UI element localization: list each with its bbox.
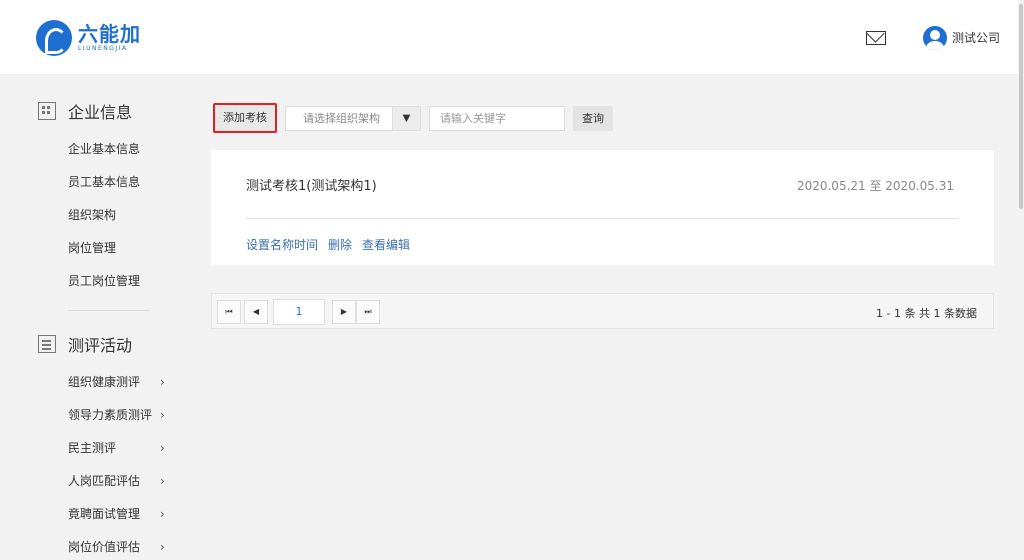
org-structure-select[interactable]: 请选择组织架构 ▼ <box>285 106 421 131</box>
assessment-card: 测试考核1(测试架构1) 2020.05.21 至 2020.05.31 设置名… <box>211 150 994 265</box>
logo-text: 六能加 <box>78 22 141 46</box>
first-page-icon[interactable]: ⏮ <box>217 300 241 324</box>
sidebar-item-leadership[interactable]: 领导力素质测评 › <box>68 405 178 425</box>
assessment-date-range: 2020.05.21 至 2020.05.31 <box>796 179 954 193</box>
sidebar-item-person-job-match[interactable]: 人岗匹配评估 › <box>68 471 178 491</box>
sidebar-item-employee-info[interactable]: 员工基本信息 <box>68 172 178 192</box>
section-enterprise-info[interactable]: 企业信息 <box>38 99 132 123</box>
chevron-right-icon: › <box>160 441 165 455</box>
view-edit-link[interactable]: 查看编辑 <box>362 236 410 253</box>
next-page-icon[interactable]: ▶ <box>332 300 356 324</box>
add-assessment-button[interactable]: 添加考核 <box>213 103 277 133</box>
sidebar-item-interview[interactable]: 竟聘面试管理 › <box>68 504 178 524</box>
sidebar-item-org-structure[interactable]: 组织架构 <box>68 205 178 225</box>
page-number-input[interactable]: 1 <box>273 299 325 325</box>
sidebar-item-position-mgmt[interactable]: 岗位管理 <box>68 238 178 258</box>
chevron-right-icon: › <box>160 408 165 422</box>
delete-link[interactable]: 删除 <box>328 236 352 253</box>
logo-subtitle: LIUNENGJIA <box>78 45 128 52</box>
mail-icon[interactable] <box>866 31 886 45</box>
sidebar-item-company-info[interactable]: 企业基本信息 <box>68 139 178 159</box>
last-page-icon[interactable]: ⏭ <box>356 300 380 324</box>
avatar[interactable] <box>923 26 947 50</box>
page-scrollbar[interactable] <box>1018 0 1024 560</box>
logo[interactable]: 六能加 LIUNENGJIA <box>36 20 141 56</box>
section-title: 测评活动 <box>68 336 133 355</box>
pagination: ⏮ ◀ 1 ▶ ⏭ 1 - 1 条 共 1 条数据 <box>211 293 994 329</box>
section-title: 企业信息 <box>68 103 133 122</box>
chevron-right-icon: › <box>160 375 165 389</box>
top-header: 六能加 LIUNENGJIA 测试公司 <box>0 0 1024 74</box>
sidebar-divider <box>68 310 150 311</box>
dropdown-arrow-icon[interactable]: ▼ <box>392 107 420 130</box>
card-actions: 设置名称时间 删除 查看编辑 <box>246 236 410 253</box>
chevron-right-icon: › <box>160 474 165 488</box>
sidebar-item-employee-position[interactable]: 员工岗位管理 <box>68 271 178 291</box>
chevron-right-icon: › <box>160 540 165 554</box>
card-divider <box>246 218 958 219</box>
section-evaluation[interactable]: 测评活动 <box>38 332 132 356</box>
prev-page-icon[interactable]: ◀ <box>244 300 268 324</box>
building-icon <box>38 102 56 120</box>
sidebar-item-position-value[interactable]: 岗位价值评估 › <box>68 537 178 557</box>
chevron-right-icon: › <box>160 507 165 521</box>
pagination-info: 1 - 1 条 共 1 条数据 <box>876 307 977 320</box>
sidebar-item-democratic[interactable]: 民主测评 › <box>68 438 178 458</box>
keyword-search-input[interactable] <box>429 106 565 131</box>
document-icon <box>38 335 56 353</box>
user-name[interactable]: 测试公司 <box>952 29 1000 46</box>
set-name-time-link[interactable]: 设置名称时间 <box>246 236 318 253</box>
assessment-title: 测试考核1(测试架构1) <box>246 179 377 194</box>
sidebar: 企业信息 企业基本信息 员工基本信息 组织架构 岗位管理 员工岗位管理 测评活动… <box>0 74 185 560</box>
query-button[interactable]: 查询 <box>573 106 613 131</box>
logo-mark-icon <box>36 20 72 56</box>
scrollbar-thumb[interactable] <box>1019 4 1023 209</box>
sidebar-item-org-health[interactable]: 组织健康测评 › <box>68 372 178 392</box>
